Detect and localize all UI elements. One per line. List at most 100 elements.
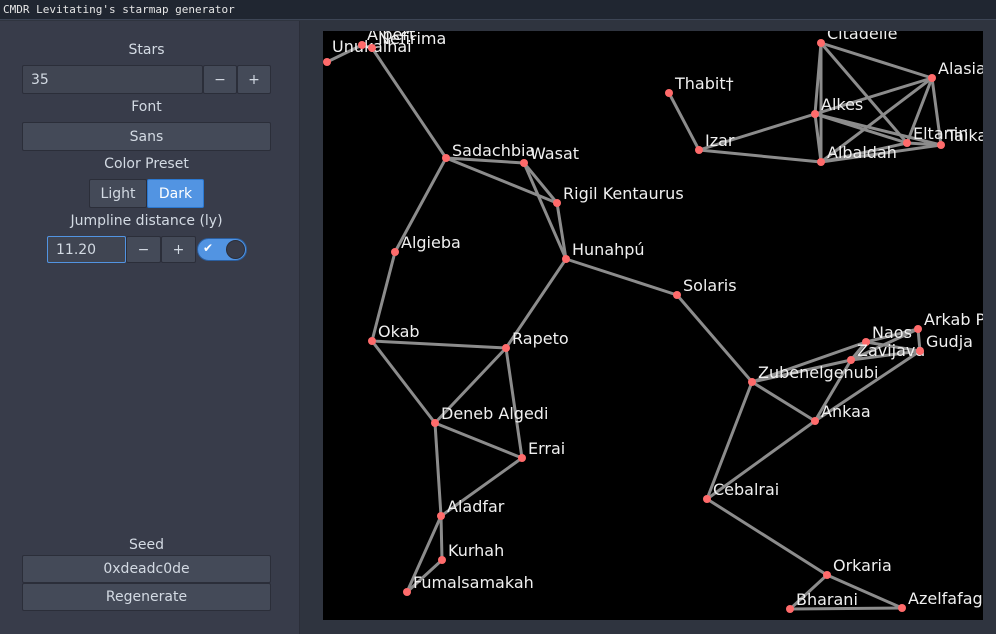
star-dot xyxy=(695,146,703,154)
jumpline xyxy=(697,148,823,164)
star-dot xyxy=(817,158,825,166)
star-label: Hunahpú xyxy=(572,240,645,259)
regenerate-button[interactable]: Regenerate xyxy=(22,583,271,611)
star-dot xyxy=(368,337,376,345)
seed-input[interactable]: 0xdeadc0de xyxy=(22,555,271,583)
star-label: Gudja xyxy=(926,332,973,351)
jumpline xyxy=(370,339,508,350)
star-dot xyxy=(391,248,399,256)
jumpline xyxy=(504,346,524,460)
star-dot xyxy=(520,159,528,167)
star-label: Thabit† xyxy=(674,74,734,93)
star-dot xyxy=(916,347,924,355)
star-dot xyxy=(438,556,446,564)
jumpline-increment-button[interactable]: + xyxy=(161,236,196,263)
stars-label: Stars xyxy=(128,42,165,58)
jumpline xyxy=(433,421,524,460)
star-label: Alasia xyxy=(938,59,983,78)
star-label: Fumalsamakah xyxy=(413,573,534,592)
star-label: Aladfar xyxy=(447,497,505,516)
settings-sidebar: Stars 35 − + Font Sans Color Preset Ligh… xyxy=(0,21,300,634)
star-dot xyxy=(928,74,936,82)
color-preset-label: Color Preset xyxy=(104,156,189,172)
preset-dark-button[interactable]: Dark xyxy=(147,179,204,208)
jumpline xyxy=(439,514,444,562)
jumpline xyxy=(750,380,817,423)
jumpline-decrement-button[interactable]: − xyxy=(126,236,161,263)
star-dot xyxy=(914,325,922,333)
jumpline xyxy=(370,339,437,425)
star-dot xyxy=(403,588,411,596)
star-label: Citadelle xyxy=(827,31,897,43)
jumpline-input[interactable]: 11.20 xyxy=(47,236,126,263)
star-dot xyxy=(673,291,681,299)
star-dot xyxy=(817,39,825,47)
star-dot xyxy=(431,419,439,427)
star-label: Zavijava xyxy=(857,341,925,360)
star-label: Bharani xyxy=(796,590,858,609)
star-dot xyxy=(786,605,794,613)
seed-label: Seed xyxy=(129,537,164,553)
star-label: Solaris xyxy=(683,276,737,295)
star-label: Taika xyxy=(946,126,983,145)
star-label: Algieba xyxy=(401,233,461,252)
stars-decrement-button[interactable]: − xyxy=(203,65,237,94)
star-dot xyxy=(903,139,911,147)
star-dot xyxy=(323,58,331,66)
star-dot xyxy=(937,141,945,149)
check-icon: ✔ xyxy=(203,241,214,255)
star-dot xyxy=(748,378,756,386)
star-dot xyxy=(811,110,819,118)
star-label: Naos xyxy=(872,323,912,342)
jumpline xyxy=(675,293,754,384)
font-chooser-button[interactable]: Sans xyxy=(22,122,271,151)
star-label: Wasat xyxy=(530,144,579,163)
star-label: Kurhah xyxy=(448,541,504,560)
jumpline-label: Jumpline distance (ly) xyxy=(70,213,223,229)
star-label: Cebalrai xyxy=(713,480,779,499)
star-dot xyxy=(562,255,570,263)
star-dot xyxy=(703,495,711,503)
preset-light-button[interactable]: Light xyxy=(89,179,147,208)
star-dot xyxy=(502,344,510,352)
star-dot xyxy=(898,604,906,612)
star-dot xyxy=(823,571,831,579)
star-dot xyxy=(358,41,366,49)
star-label: Arkab P xyxy=(924,310,983,329)
jumpline xyxy=(564,257,679,297)
star-dot xyxy=(665,89,673,97)
star-label: Okab xyxy=(378,322,420,341)
window-title: CMDR Levitating's starmap generator xyxy=(3,3,235,16)
star-label: Nefirima xyxy=(378,31,446,48)
star-label: Deneb Algedi xyxy=(441,404,548,423)
star-dot xyxy=(368,44,376,52)
jumpline xyxy=(370,46,448,160)
font-label: Font xyxy=(131,99,162,115)
star-label: Azelfafage xyxy=(908,589,983,608)
stars-input[interactable]: 35 xyxy=(22,65,203,94)
star-label: Zubenelgenubi xyxy=(758,363,878,382)
star-label: Izar xyxy=(705,131,735,150)
star-dot xyxy=(811,417,819,425)
star-dot xyxy=(437,512,445,520)
jumpline xyxy=(433,421,443,518)
stars-increment-button[interactable]: + xyxy=(237,65,271,94)
toggle-knob xyxy=(226,240,245,259)
jumpline-toggle[interactable]: ✔ xyxy=(197,238,247,261)
star-label: Orkaria xyxy=(833,556,892,575)
star-label: Ankaa xyxy=(821,402,871,421)
star-label: Rigil Kentaurus xyxy=(563,184,684,203)
jumpline xyxy=(905,141,943,147)
star-label: Albaldah xyxy=(827,143,897,162)
title-bar: CMDR Levitating's starmap generator xyxy=(0,0,996,20)
star-label: Errai xyxy=(528,439,565,458)
jumpline xyxy=(705,497,829,577)
starmap-canvas[interactable]: UnukalhaiAlpertNefirimaSadachbiaWasatRig… xyxy=(323,31,983,620)
star-dot xyxy=(518,454,526,462)
star-dot xyxy=(553,199,561,207)
star-dot xyxy=(847,356,855,364)
star-label: Rapeto xyxy=(512,329,569,348)
starmap-svg: UnukalhaiAlpertNefirimaSadachbiaWasatRig… xyxy=(323,31,983,613)
jumpline xyxy=(667,91,701,152)
star-dot xyxy=(442,154,450,162)
